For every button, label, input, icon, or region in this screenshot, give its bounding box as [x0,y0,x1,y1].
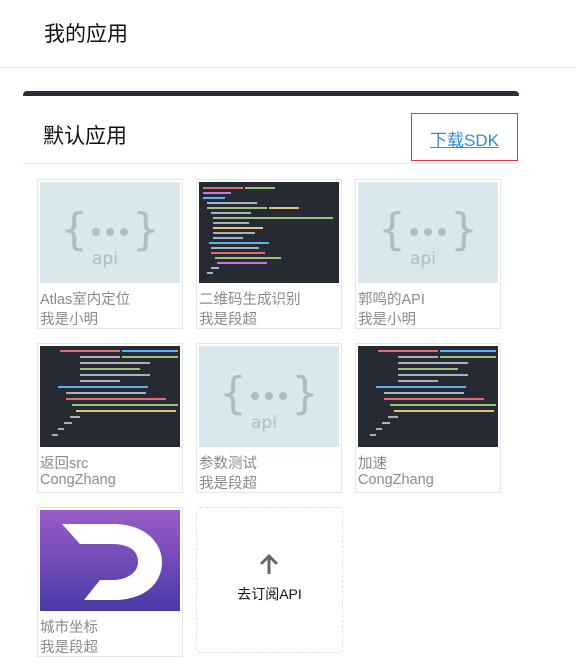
app-name: Atlas室内定位 [40,292,131,308]
api-thumbnail: { } api [40,182,180,283]
section-title: 默认应用 [43,125,127,148]
api-thumbnail: { } api [358,182,498,283]
api-icon: { } api [199,346,339,447]
app-card[interactable]: { } api Atlas室内定位 我是小明 [37,179,183,329]
api-thumbnail: { } api [199,346,339,447]
code-thumbnail [40,346,180,447]
arrow-up-icon [260,554,278,574]
svg-text:{: { [219,368,247,419]
code-thumbnail [199,182,339,283]
app-owner: 我是小明 [40,312,98,328]
subscribe-api-card[interactable]: 去订阅API [196,507,343,653]
app-card[interactable]: 返回src CongZhang [37,343,183,493]
logo-thumbnail [40,510,180,611]
app-owner: CongZhang [358,472,434,488]
code-screenshot-icon [358,346,498,447]
download-sdk-link[interactable]: 下载SDK [430,126,499,151]
page-header: 我的应用 [0,0,576,68]
api-icon: { } api [40,182,180,283]
letter-d-logo-icon [40,510,180,611]
app-name: 郭鸣的API [358,292,425,308]
code-thumbnail [358,346,498,447]
app-card[interactable]: 二维码生成识别 我是段超 [196,179,342,329]
app-card[interactable]: { } api 郭鸣的API 我是小明 [355,179,501,329]
svg-text:}: } [132,204,160,255]
app-owner: 我是段超 [199,476,257,492]
app-card[interactable]: 城市坐标 我是段超 [37,507,183,657]
app-owner: 我是小明 [358,312,416,328]
api-icon: { } api [358,182,498,283]
svg-text:api: api [92,249,118,269]
app-card[interactable]: { } api 参数测试 我是段超 [196,343,342,493]
app-name: 返回src [40,456,89,472]
svg-text:{: { [60,204,88,255]
code-screenshot-icon [40,346,180,447]
code-screenshot-icon [199,182,339,283]
svg-text:{: { [378,204,406,255]
app-name: 二维码生成识别 [199,292,301,308]
page-title: 我的应用 [44,23,128,46]
app-name: 加速 [358,456,387,472]
subscribe-api-label: 去订阅API [237,586,302,602]
app-name: 城市坐标 [40,620,98,636]
svg-text:api: api [410,249,436,269]
svg-text:api: api [251,413,277,433]
app-owner: 我是段超 [199,312,257,328]
default-apps-section: 默认应用 下载SDK [23,91,519,164]
svg-text:}: } [450,204,478,255]
app-name: 参数测试 [199,456,257,472]
sdk-highlight-box: 下载SDK [411,113,518,161]
svg-text:}: } [291,368,319,419]
app-card[interactable]: 加速 CongZhang [355,343,501,493]
app-owner: CongZhang [40,472,116,488]
app-owner: 我是段超 [40,640,98,656]
